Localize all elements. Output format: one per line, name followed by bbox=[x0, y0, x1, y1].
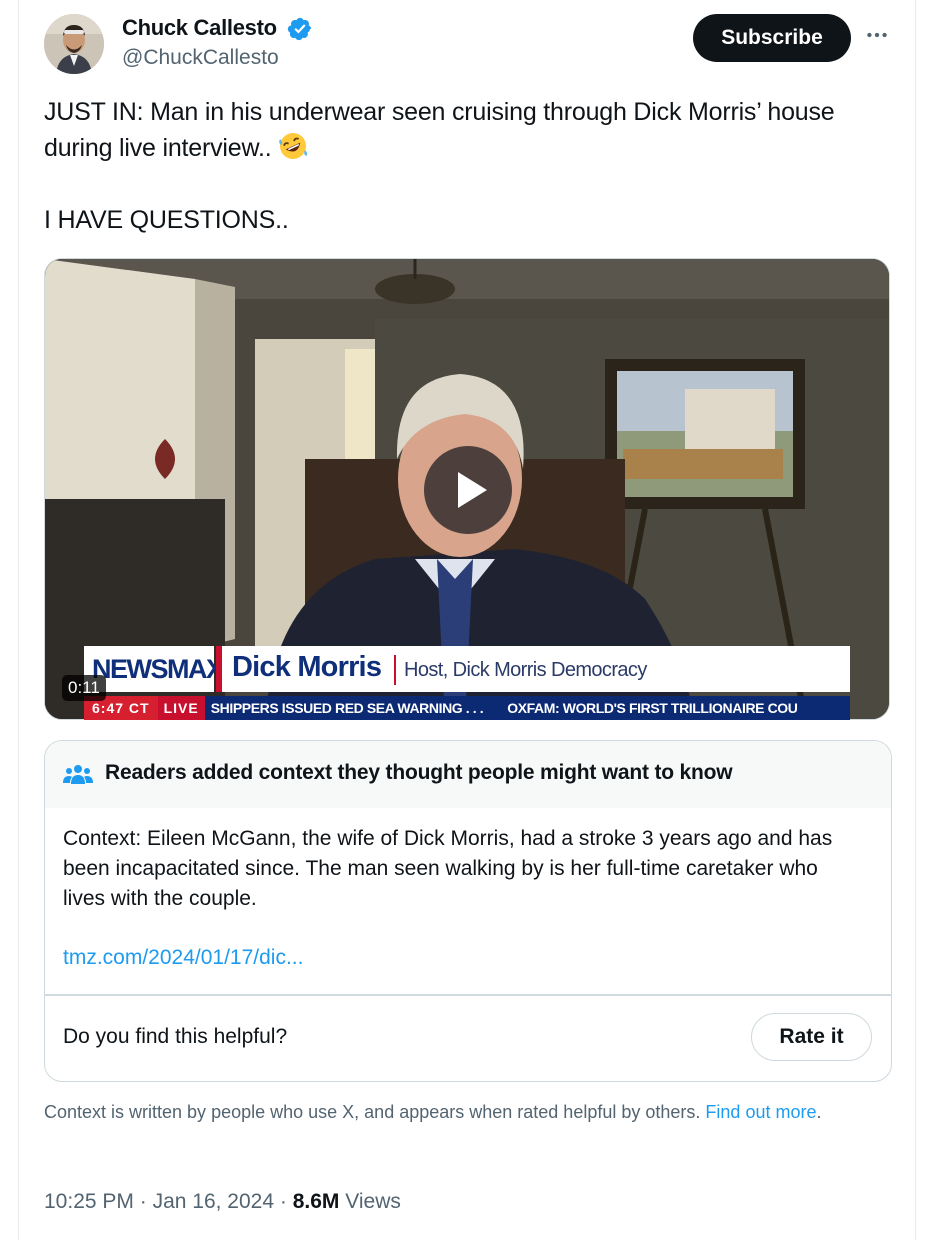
tweet-text: JUST IN: Man in his underwear seen cruis… bbox=[44, 94, 864, 238]
disclaimer-text: Context is written by people who use X, … bbox=[44, 1102, 701, 1122]
community-note-header: Readers added context they thought peopl… bbox=[45, 741, 891, 808]
subscribe-button[interactable]: Subscribe bbox=[693, 14, 851, 62]
ticker-live: LIVE bbox=[157, 696, 205, 720]
disclaimer-period: . bbox=[816, 1102, 822, 1122]
people-icon bbox=[63, 765, 93, 784]
community-note-title: Readers added context they thought peopl… bbox=[105, 761, 733, 784]
community-note-source-link[interactable]: tmz.com/2024/01/17/dic... bbox=[63, 946, 303, 970]
video-duration: 0:11 bbox=[62, 675, 106, 701]
find-out-more-link[interactable]: Find out more bbox=[705, 1102, 816, 1122]
rolling-on-floor-laughing-emoji-icon bbox=[279, 133, 308, 159]
meta-separator: · bbox=[279, 1190, 287, 1213]
community-note-disclaimer: Context is written by people who use X, … bbox=[44, 1099, 894, 1125]
guest-name: Dick Morris bbox=[232, 651, 382, 683]
guest-title: Host, Dick Morris Democracy bbox=[404, 659, 647, 681]
newsmax-lower-third: NEWSMAX Dick Morris Host, Dick Morris De… bbox=[84, 646, 850, 720]
nameplate-divider bbox=[394, 655, 396, 685]
tweet-time[interactable]: 10:25 PM bbox=[44, 1190, 134, 1213]
ticker-headline-2: OXFAM: WORLD'S FIRST TRILLIONAIRE COU bbox=[507, 700, 798, 716]
meta-separator: · bbox=[139, 1190, 147, 1213]
tweet-date[interactable]: Jan 16, 2024 bbox=[153, 1190, 274, 1213]
rate-it-button[interactable]: Rate it bbox=[751, 1013, 872, 1061]
community-note-body: Context: Eileen McGann, the wife of Dick… bbox=[63, 827, 833, 910]
divider bbox=[45, 994, 891, 996]
play-icon[interactable] bbox=[423, 445, 513, 535]
more-horizontal-icon[interactable] bbox=[864, 22, 890, 48]
community-note: Readers added context they thought peopl… bbox=[44, 740, 892, 1082]
tweet-line-2: I HAVE QUESTIONS.. bbox=[44, 206, 289, 234]
tweet-meta: 10:25 PM · Jan 16, 2024 · 8.6M Views bbox=[44, 1190, 401, 1214]
views-label: Views bbox=[345, 1190, 401, 1213]
verified-badge-icon bbox=[287, 17, 312, 41]
helpful-question: Do you find this helpful? bbox=[63, 1025, 288, 1048]
tweet-line-1: JUST IN: Man in his underwear seen cruis… bbox=[44, 98, 835, 162]
guest-nameplate: Dick Morris Host, Dick Morris Democracy bbox=[216, 646, 850, 692]
news-ticker: 6:47 CT LIVE SHIPPERS ISSUED RED SEA WARNI… bbox=[84, 696, 850, 720]
views-count: 8.6M bbox=[292, 1190, 340, 1213]
avatar[interactable] bbox=[44, 14, 104, 74]
ticker-headline-1: SHIPPERS ISSUED RED SEA WARNING . . . bbox=[210, 700, 484, 716]
author-name[interactable]: Chuck Callesto bbox=[122, 15, 277, 41]
author-handle[interactable]: @ChuckCallesto bbox=[122, 46, 279, 70]
